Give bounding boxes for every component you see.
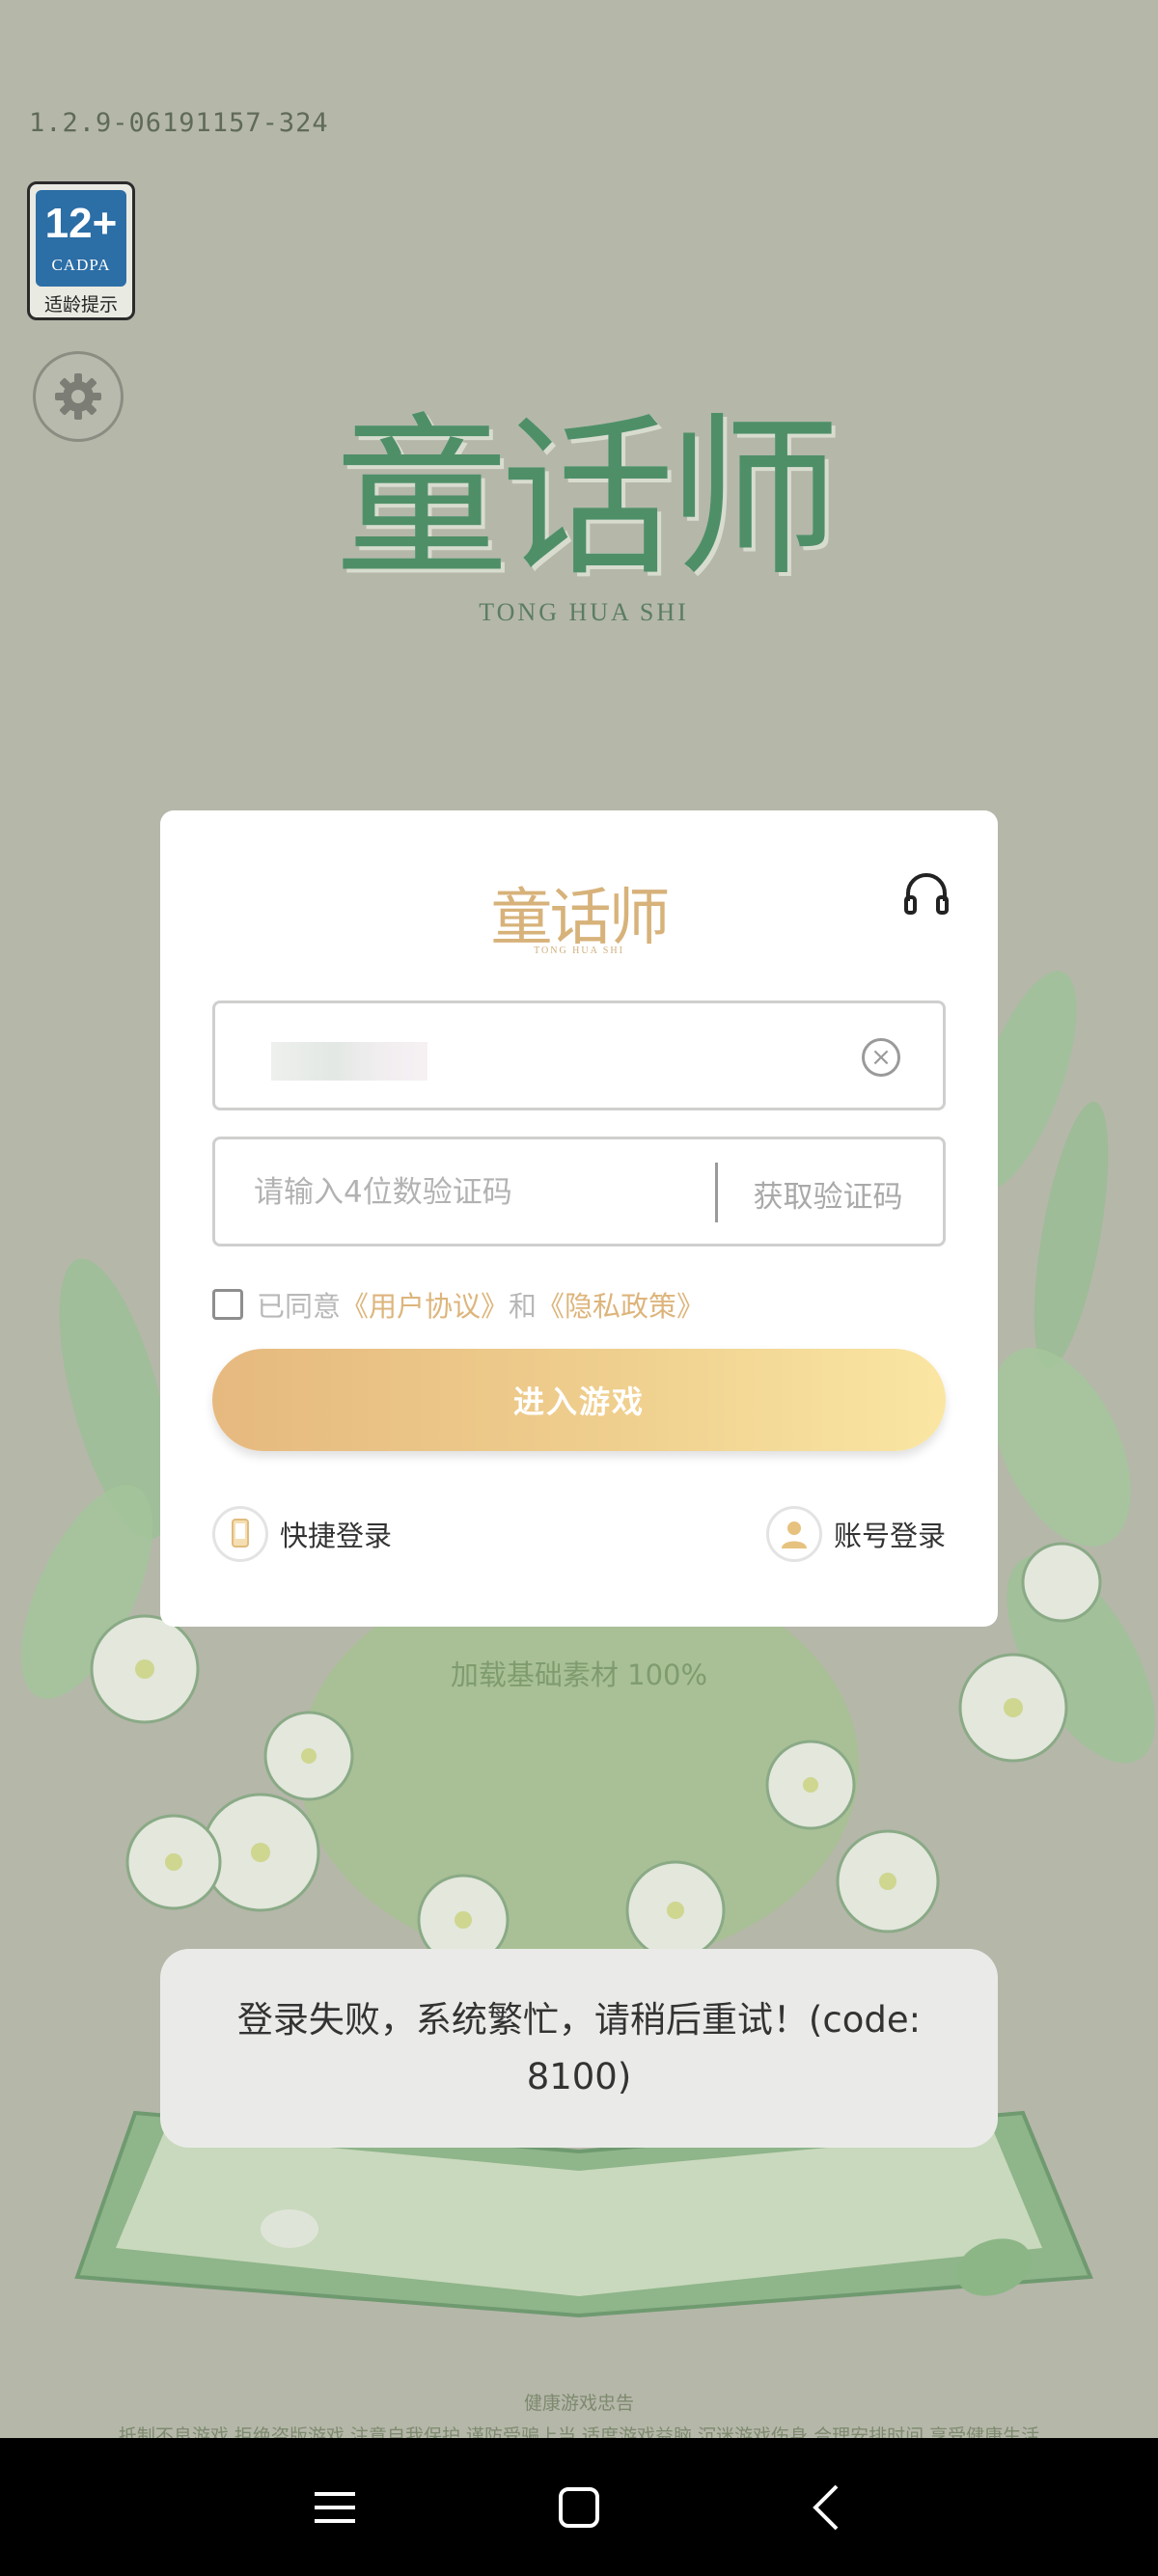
version-label: 1.2.9-06191157-324 (29, 108, 329, 138)
age-rating-top: 12+ CADPA (36, 190, 126, 287)
game-logo-title: 童话师 (334, 398, 841, 600)
menu-icon (315, 2492, 355, 2523)
system-navigation-bar (0, 2438, 1158, 2576)
dialog-logo-subtitle: TONG HUA SHI (534, 945, 624, 956)
loading-status: 加载基础素材 100% (450, 1658, 708, 1691)
home-icon (559, 2487, 599, 2528)
quick-login-button[interactable]: 快捷登录 (212, 1505, 392, 1563)
back-icon (813, 2484, 839, 2531)
clear-phone-button[interactable]: × (862, 1038, 900, 1077)
recent-apps-button[interactable] (300, 2473, 370, 2542)
account-login-button[interactable]: 账号登录 (765, 1505, 946, 1563)
age-rating-badge[interactable]: 12+ CADPA 适龄提示 (27, 181, 135, 320)
agree-prefix: 已同意 (257, 1290, 342, 1323)
health-notice-text: 抵制不良游戏 拒绝盗版游戏 注意自我保护 谨防受骗上当 适度游戏益脑 沉迷游戏伤… (118, 2425, 1040, 2438)
agree-and: 和 (509, 1290, 538, 1323)
quick-login-label: 快捷登录 (280, 1520, 393, 1552)
game-logo: 童话师 TONG HUA SHI (280, 357, 888, 646)
login-dialog: 童话师 TONG HUA SHI × 获取验证码 已同意 《用户协议》 和 《隐… (160, 810, 998, 1627)
agreement-row: 已同意 《用户协议》 和 《隐私政策》 (212, 1285, 704, 1324)
privacy-policy-link[interactable]: 《隐私政策》 (537, 1284, 704, 1325)
enter-game-button[interactable]: 进入游戏 (212, 1349, 946, 1451)
verification-code-field[interactable]: 获取验证码 (212, 1137, 946, 1247)
age-rating-tip: 适龄提示 (43, 294, 118, 315)
field-divider (715, 1163, 718, 1222)
customer-service-button[interactable] (901, 868, 951, 918)
get-code-button[interactable]: 获取验证码 (727, 1172, 929, 1216)
phone-field[interactable]: × (212, 1000, 946, 1110)
age-rating-org: CADPA (51, 256, 111, 274)
settings-icon (55, 373, 101, 420)
dialog-logo-title: 童话师 (490, 883, 671, 954)
phone-number-masked (271, 1042, 427, 1081)
home-button[interactable] (544, 2473, 614, 2542)
account-login-label: 账号登录 (833, 1520, 946, 1552)
health-notice-title: 健康游戏忠告 (523, 2393, 634, 2414)
settings-button[interactable] (33, 351, 124, 442)
error-toast: 登录失败，系统繁忙，请稍后重试！(code: 8100) (160, 1949, 998, 2148)
age-rating-number: 12+ (44, 200, 118, 247)
error-toast-message: 登录失败，系统繁忙，请稍后重试！(code: 8100) (236, 1999, 922, 2097)
user-agreement-link[interactable]: 《用户协议》 (341, 1284, 509, 1325)
clear-icon: × (870, 1043, 892, 1072)
user-icon (765, 1506, 822, 1562)
back-button[interactable] (791, 2473, 861, 2542)
agree-checkbox[interactable] (212, 1289, 243, 1320)
phone-icon (212, 1506, 268, 1562)
verification-code-input[interactable] (254, 1168, 678, 1217)
game-logo-subtitle: TONG HUA SHI (479, 598, 689, 626)
headset-icon (904, 873, 949, 915)
